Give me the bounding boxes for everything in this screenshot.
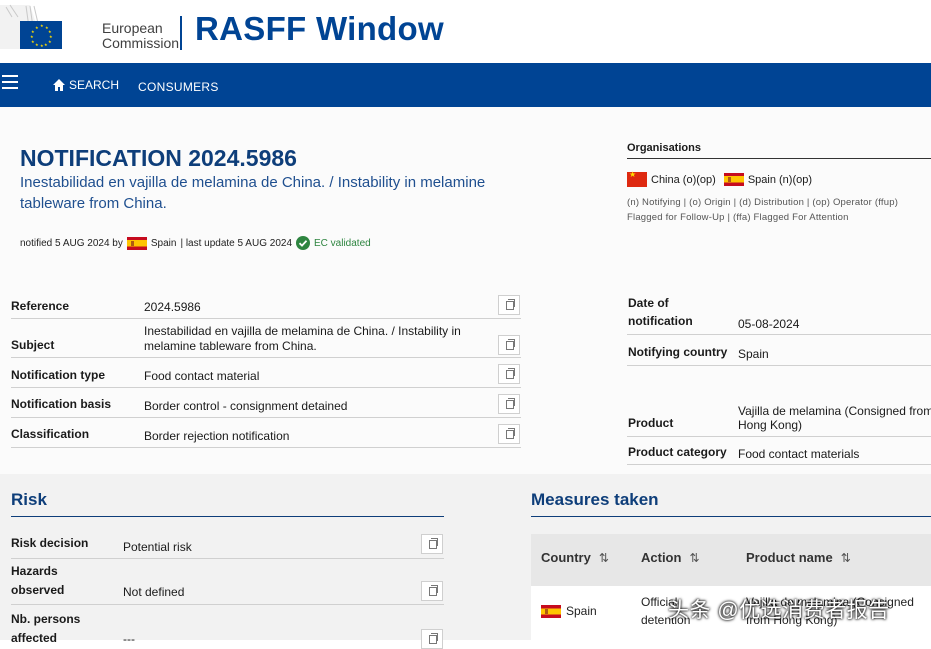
cell-country-text: Spain (566, 604, 597, 618)
notification-subtitle: Inestabilidad en vajilla de melamina de … (20, 174, 486, 212)
svg-text:★: ★ (30, 34, 34, 39)
spain-flag-icon (126, 236, 147, 250)
site-title[interactable]: RASFF Window (195, 10, 444, 48)
org-line2: Commission (102, 35, 180, 51)
org-spain[interactable]: Spain (n)(op) (748, 174, 812, 186)
detail-label: Reference (11, 299, 70, 313)
org-china[interactable]: China (o)(op) (651, 174, 716, 186)
svg-text:★: ★ (40, 43, 44, 48)
copy-icon[interactable] (498, 295, 520, 315)
detail-label: Notification type (11, 368, 106, 382)
detail-value: Spain (738, 347, 769, 361)
sort-icon[interactable]: ⇅ (599, 551, 609, 565)
detail-row-reference: Reference 2024.5986 (11, 292, 521, 319)
hamburger-menu-icon[interactable] (2, 75, 18, 89)
risk-label: Hazards observed (11, 564, 65, 597)
detail-row-product-category: Product category Food contact materials (627, 437, 931, 465)
detail-label: Subject (11, 338, 55, 352)
meta-country: Spain (150, 237, 177, 249)
organisations-heading: Organisations (627, 142, 701, 154)
svg-text:★: ★ (35, 42, 39, 47)
svg-text:★: ★ (48, 39, 52, 44)
copy-icon[interactable] (421, 581, 443, 601)
measures-heading: Measures taken (531, 490, 659, 509)
measures-divider (531, 516, 931, 517)
organisations-list: China (o)(op) Spain (n)(op) (627, 170, 812, 187)
detail-value: 2024.5986 (144, 300, 201, 314)
detail-value: 05-08-2024 (738, 317, 800, 331)
detail-row-subject: Subject Inestabilidad en vajilla de mela… (11, 319, 521, 358)
detail-row-notification-type: Notification type Food contact material (11, 358, 521, 388)
svg-text:★: ★ (40, 23, 44, 28)
organisations-divider (627, 158, 931, 159)
detail-row-classification: Classification Border rejection notifica… (11, 418, 521, 448)
ec-validated-badge: EC validated (314, 237, 371, 249)
column-label: Product name (746, 550, 833, 565)
column-label: Country (541, 550, 591, 565)
detail-row-notification-basis: Notification basis Border control - cons… (11, 388, 521, 418)
meta-update: | last update 5 AUG 2024 (180, 237, 292, 249)
detail-row-date: Date of notification 05-08-2024 (627, 292, 931, 335)
risk-value: Potential risk (123, 540, 192, 554)
copy-icon[interactable] (421, 534, 443, 554)
risk-label: Risk decision (11, 536, 89, 550)
detail-label: Date of notification (628, 296, 693, 328)
detail-value: Food contact material (144, 369, 260, 383)
detail-value: Border rejection notification (144, 429, 290, 443)
detail-label: Notifying country (628, 345, 728, 359)
detail-label: Classification (11, 427, 90, 441)
svg-text:★: ★ (44, 42, 48, 47)
column-header-action[interactable]: Action ⇅ (641, 550, 700, 565)
copy-icon[interactable] (498, 335, 520, 355)
column-label: Action (641, 550, 682, 565)
risk-row-persons: Nb. persons affected --- (11, 605, 444, 649)
risk-value: --- (123, 632, 135, 646)
nav-search-link[interactable]: SEARCH (52, 78, 119, 92)
copy-icon[interactable] (498, 364, 520, 384)
sort-icon[interactable]: ⇅ (841, 551, 851, 565)
european-commission-logo[interactable]: ★ ★★ ★★★ ★★★ ★★★ (0, 3, 62, 51)
page-title: NOTIFICATION 2024.5986 (20, 145, 297, 171)
notification-meta: notified 5 AUG 2024 by Spain | last upda… (20, 236, 371, 250)
svg-text:★: ★ (31, 39, 35, 44)
detail-value: Food contact materials (738, 447, 860, 461)
copy-icon[interactable] (421, 629, 443, 649)
organisation-name: European Commission (102, 21, 179, 51)
meta-notified: notified 5 AUG 2024 by (20, 237, 123, 249)
sort-icon[interactable]: ⇅ (689, 551, 699, 565)
spain-flag-icon (541, 604, 561, 618)
column-header-country[interactable]: Country ⇅ (541, 550, 609, 565)
detail-value: Border control - consignment detained (144, 399, 348, 413)
org-line1: European (102, 20, 163, 36)
check-circle-icon (296, 236, 310, 250)
watermark: 头条 @优选消费者报告 (668, 599, 890, 622)
nav-consumers-link[interactable]: CONSUMERS (138, 80, 219, 94)
risk-label: Nb. persons affected (11, 612, 81, 645)
risk-value: Not defined (123, 585, 185, 599)
svg-text:★: ★ (35, 25, 39, 30)
detail-row-notifying-country: Notifying country Spain (627, 335, 931, 366)
risk-row-hazards: Hazards observed Not defined (11, 559, 444, 605)
header-separator (180, 16, 182, 50)
detail-value: Vajilla de melamina (Consigned from Hong… (738, 404, 931, 432)
organisations-legend: (n) Notifying | (o) Origin | (d) Distrib… (627, 197, 899, 223)
risk-heading: Risk (11, 490, 47, 509)
detail-label: Notification basis (11, 397, 112, 411)
china-flag-icon (627, 170, 647, 187)
cell-country: Spain (541, 602, 597, 620)
column-header-product-name[interactable]: Product name ⇅ (746, 550, 851, 565)
risk-divider (11, 516, 444, 517)
nav-search-label: SEARCH (69, 78, 120, 92)
copy-icon[interactable] (498, 424, 520, 444)
detail-label: Product category (628, 445, 727, 459)
home-icon (53, 79, 65, 91)
risk-row-decision: Risk decision Potential risk (11, 530, 444, 559)
detail-row-product: Product Vajilla de melamina (Consigned f… (627, 366, 931, 437)
detail-label: Product (628, 416, 674, 430)
copy-icon[interactable] (498, 394, 520, 414)
detail-value: Inestabilidad en vajilla de melamina de … (144, 324, 461, 353)
spain-flag-icon (723, 173, 744, 186)
